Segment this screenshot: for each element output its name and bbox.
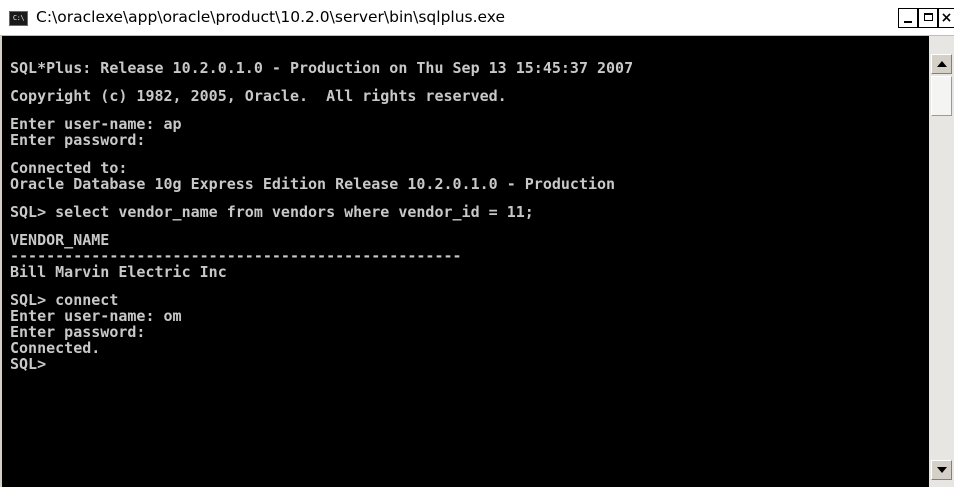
maximize-button[interactable] bbox=[918, 8, 938, 28]
console-line: Enter user-name: om bbox=[10, 307, 182, 325]
console-line: SQL> select vendor_name from vendors whe… bbox=[10, 203, 534, 221]
console-line: VENDOR_NAME bbox=[10, 231, 110, 249]
console-line: SQL*Plus: Release 10.2.0.1.0 - Productio… bbox=[10, 59, 634, 77]
console-line: ----------------------------------------… bbox=[10, 247, 462, 265]
console-line: SQL> bbox=[10, 355, 47, 373]
console-icon[interactable]: C:\ bbox=[9, 11, 28, 26]
scroll-up-icon bbox=[937, 61, 947, 67]
minimize-button[interactable] bbox=[898, 8, 918, 28]
window-title: C:\oraclexe\app\oracle\product\10.2.0\se… bbox=[36, 8, 506, 26]
console-line: Connected. bbox=[10, 339, 101, 357]
scrollbar-thumb[interactable] bbox=[931, 76, 952, 116]
console-line: Enter password: bbox=[10, 131, 146, 149]
console-line: Enter password: bbox=[10, 323, 146, 341]
close-button[interactable]: × bbox=[938, 8, 954, 28]
minimize-icon bbox=[904, 21, 912, 23]
console-output[interactable]: SQL*Plus: Release 10.2.0.1.0 - Productio… bbox=[2, 36, 929, 487]
close-icon: × bbox=[940, 10, 953, 26]
scroll-down-icon bbox=[937, 467, 947, 473]
vertical-scrollbar[interactable] bbox=[929, 36, 954, 487]
console-line: Copyright (c) 1982, 2005, Oracle. All ri… bbox=[10, 87, 507, 105]
console-window: C:\ C:\oraclexe\app\oracle\product\10.2.… bbox=[0, 0, 954, 487]
console-line: Connected to: bbox=[10, 159, 128, 177]
scroll-down-button[interactable] bbox=[931, 460, 952, 480]
maximize-icon bbox=[923, 13, 933, 21]
console-line: Enter user-name: ap bbox=[10, 115, 182, 133]
title-bar[interactable]: C:\ C:\oraclexe\app\oracle\product\10.2.… bbox=[0, 0, 954, 36]
console-line: Bill Marvin Electric Inc bbox=[10, 263, 227, 281]
console-line: SQL> connect bbox=[10, 291, 119, 309]
scroll-up-button[interactable] bbox=[931, 54, 952, 74]
console-line: Oracle Database 10g Express Edition Rele… bbox=[10, 175, 616, 193]
